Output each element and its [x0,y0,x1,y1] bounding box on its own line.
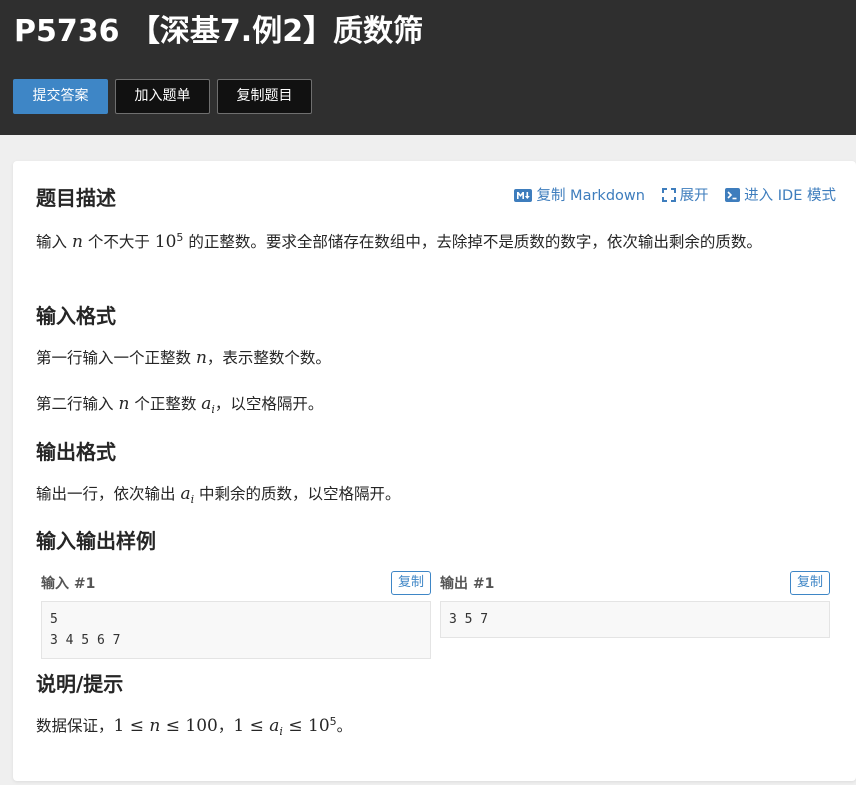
text-part: 数据保证， [36,717,114,735]
math-var-a: a [180,484,191,504]
expand-icon [661,187,676,209]
hint-heading: 说明/提示 [36,672,124,696]
ide-mode-label: 进入 IDE 模式 [744,188,836,204]
text-part: ， [217,717,234,735]
sample-input-content: 5 3 4 5 6 7 [41,601,431,659]
math-number: 1 [233,716,245,736]
hint-text: 数据保证，1 ≤ n ≤ 100，1 ≤ ai ≤ 105。 [36,711,826,741]
math-le: ≤ [244,716,270,736]
math-number: 10 [154,232,177,252]
math-var-a: a [201,394,212,414]
math-number: 100 [185,716,218,736]
math-exponent: 5 [329,714,337,728]
math-var-a: a [269,716,280,736]
text-part: 第一行输入一个正整数 [36,349,196,367]
problem-title: P5736 【深基7.例2】质数筛 [14,14,424,49]
sample-output-label: 输出 #1 [440,576,495,592]
math-number: 1 [113,716,125,736]
input-format-line-1: 第一行输入一个正整数 n，表示整数个数。 [36,343,826,373]
copy-problem-button[interactable]: 复制题目 [217,79,312,114]
description-text: 输入 n 个不大于 105 的正整数。要求全部储存在数组中，去除掉不是质数的数字… [36,227,826,257]
description-heading: 题目描述 [36,186,116,210]
copy-input-button[interactable]: 复制 [391,571,431,595]
math-le: ≤ [160,716,186,736]
problem-header: P5736 【深基7.例2】质数筛 提交答案 加入题单 复制题目 [0,0,856,135]
desc-text-part: 输入 [36,233,72,251]
math-le: ≤ [124,716,150,736]
terminal-icon [725,187,741,209]
expand-link[interactable]: 展开 [661,185,709,209]
math-number: 10 [308,716,330,736]
output-format-heading: 输出格式 [36,440,116,464]
text-part: ，表示整数个数。 [206,349,331,367]
output-format-text: 输出一行，依次输出 ai 中剩余的质数，以空格隔开。 [36,479,826,509]
math-var-n: n [71,232,83,252]
text-part: 中剩余的质数，以空格隔开。 [194,485,401,503]
text-part: 。 [336,717,353,735]
math-le: ≤ [282,716,309,736]
desc-text-part: 个不大于 [82,233,155,251]
samples-heading: 输入输出样例 [36,529,156,553]
copy-output-button[interactable]: 复制 [790,571,830,595]
text-part: ，以空格隔开。 [214,395,324,413]
copy-markdown-link[interactable]: 复制 Markdown [514,185,645,209]
math-var-n: n [149,716,161,736]
sample-input-label: 输入 #1 [41,576,96,592]
add-to-list-button[interactable]: 加入题单 [115,79,210,114]
expand-label: 展开 [679,188,709,204]
math-var-n: n [118,394,130,414]
card-actions: 复制 Markdown 展开 进入 IDE 模式 [502,185,836,209]
math-var-n: n [195,348,207,368]
ide-mode-link[interactable]: 进入 IDE 模式 [725,185,836,209]
text-part: 输出一行，依次输出 [36,485,181,503]
input-format-heading: 输入格式 [36,304,116,328]
sample-output-content: 3 5 7 [440,601,830,638]
submit-answer-button[interactable]: 提交答案 [13,79,108,114]
text-part: 第二行输入 [36,395,119,413]
input-format-line-2: 第二行输入 n 个正整数 ai，以空格隔开。 [36,389,826,419]
text-part: 个正整数 [129,395,202,413]
copy-markdown-label: 复制 Markdown [536,188,645,204]
problem-card: 复制 Markdown 展开 进入 IDE 模式 题目描述 输入 n 个不大于 … [13,161,856,781]
desc-text-part: 的正整数。要求全部储存在数组中，去除掉不是质数的数字，依次输出剩余的质数。 [183,233,762,251]
markdown-icon [514,187,533,209]
